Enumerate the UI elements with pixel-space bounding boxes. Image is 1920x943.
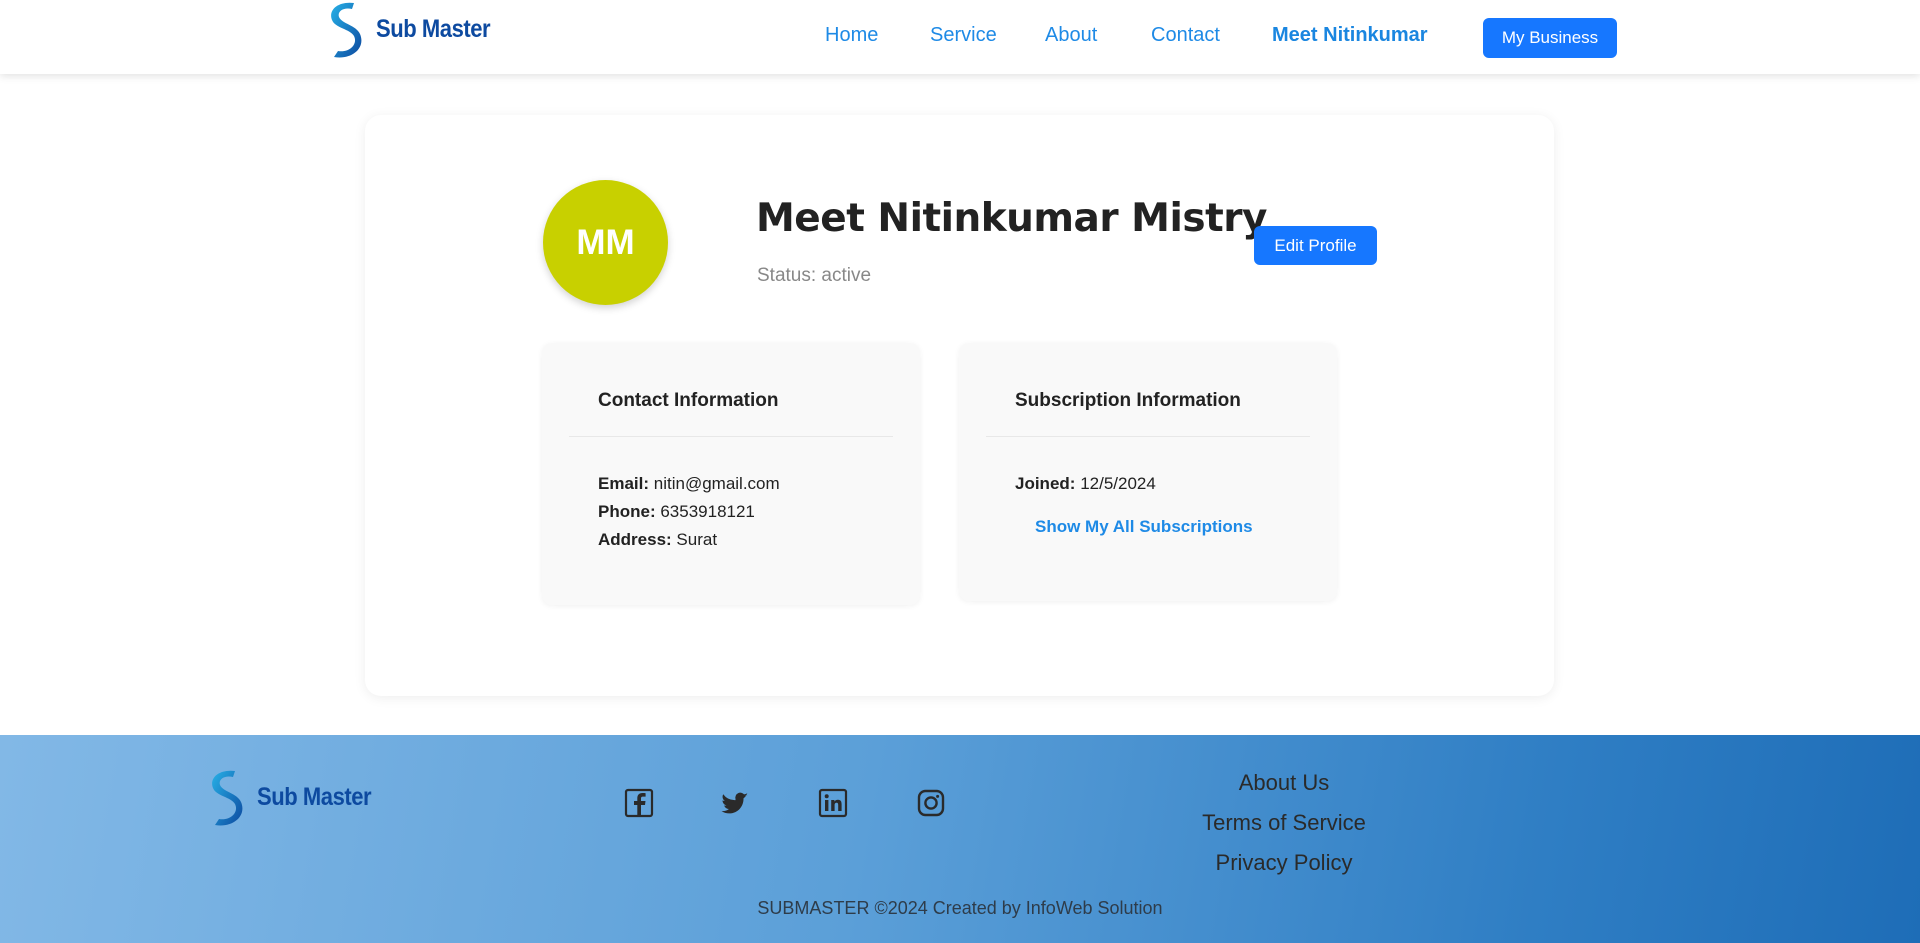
address-label: Address: xyxy=(598,530,672,549)
address-row: Address: Surat xyxy=(598,526,780,554)
footer-links: About Us Terms of Service Privacy Policy xyxy=(1184,763,1384,883)
copyright-text: SUBMASTER ©2024 Created by InfoWeb Solut… xyxy=(757,898,1163,918)
email-value: nitin@gmail.com xyxy=(653,474,780,493)
joined-value: 12/5/2024 xyxy=(1080,474,1156,493)
nav-about[interactable]: About xyxy=(1045,24,1097,47)
joined-row: Joined: 12/5/2024 xyxy=(1015,470,1156,498)
edit-profile-button[interactable]: Edit Profile xyxy=(1254,226,1377,265)
instagram-icon[interactable] xyxy=(915,787,947,819)
subscription-info-card: Subscription Information Joined: 12/5/20… xyxy=(959,343,1337,601)
contact-details: Email: nitin@gmail.com Phone: 6353918121… xyxy=(598,470,780,554)
email-row: Email: nitin@gmail.com xyxy=(598,470,780,498)
my-business-button[interactable]: My Business xyxy=(1483,18,1617,58)
footer-logo[interactable]: Sub Master xyxy=(205,767,387,827)
nav-contact[interactable]: Contact xyxy=(1151,24,1220,47)
footer-link-terms[interactable]: Terms of Service xyxy=(1184,803,1384,843)
profile-name: Meet Nitinkumar Mistry xyxy=(756,196,1267,241)
avatar: MM xyxy=(543,180,668,305)
footer-brand-name: Sub Master xyxy=(257,782,372,811)
status-text: Status: active xyxy=(757,265,872,286)
phone-value: 6353918121 xyxy=(660,502,755,521)
subscription-details: Joined: 12/5/2024 xyxy=(1015,470,1156,498)
contact-info-title: Contact Information xyxy=(598,390,779,411)
nav-profile-user[interactable]: Meet Nitinkumar xyxy=(1272,24,1428,47)
footer-link-privacy[interactable]: Privacy Policy xyxy=(1184,843,1384,883)
joined-label: Joined: xyxy=(1015,474,1076,493)
contact-info-card: Contact Information Email: nitin@gmail.c… xyxy=(542,343,920,605)
email-label: Email: xyxy=(598,474,650,493)
sub-master-logo-icon xyxy=(212,770,243,826)
divider xyxy=(986,436,1310,437)
footer-link-about-us[interactable]: About Us xyxy=(1184,763,1384,803)
nav-home[interactable]: Home xyxy=(825,24,878,47)
main-nav: Home Service About Contact Meet Nitinkum… xyxy=(0,24,1920,54)
show-all-subscriptions-link[interactable]: Show My All Subscriptions xyxy=(1035,517,1253,537)
facebook-icon[interactable] xyxy=(623,787,655,819)
subscription-info-title: Subscription Information xyxy=(1015,390,1241,411)
nav-service[interactable]: Service xyxy=(930,24,997,47)
footer: Sub Master About Us Terms of Service Pri… xyxy=(0,735,1920,943)
twitter-icon[interactable] xyxy=(719,787,751,819)
top-navbar: Sub Master Home Service About Contact Me… xyxy=(0,0,1920,74)
phone-row: Phone: 6353918121 xyxy=(598,498,780,526)
phone-label: Phone: xyxy=(598,502,656,521)
address-value: Surat xyxy=(676,530,718,549)
divider xyxy=(569,436,893,437)
linkedin-icon[interactable] xyxy=(817,787,849,819)
